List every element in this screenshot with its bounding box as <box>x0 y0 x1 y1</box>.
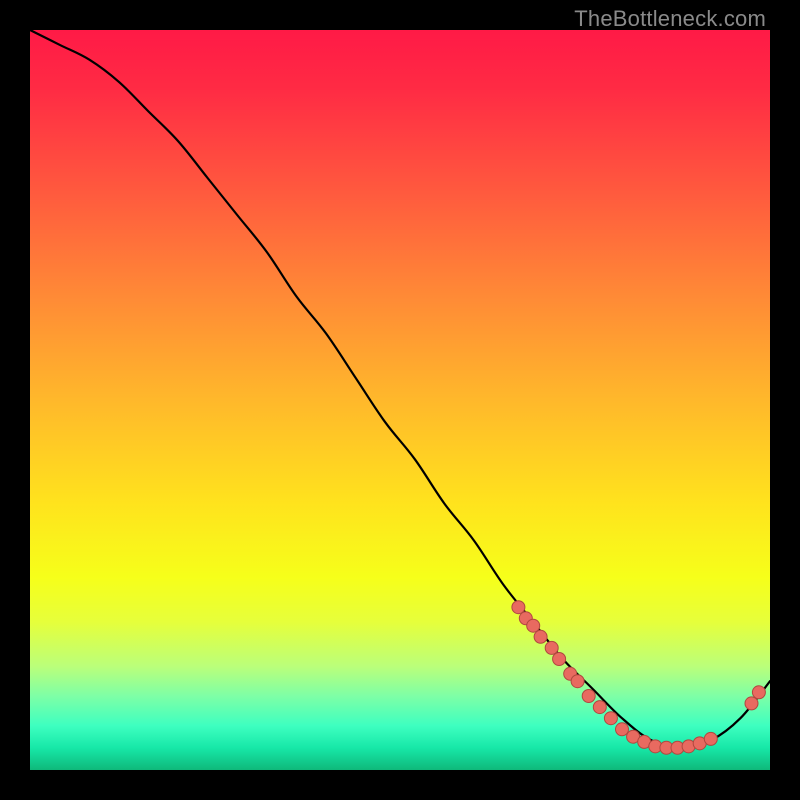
data-marker <box>745 697 758 710</box>
data-marker <box>545 641 558 654</box>
data-marker <box>512 601 525 614</box>
data-marker <box>534 630 547 643</box>
data-marker <box>553 653 566 666</box>
data-marker <box>752 686 765 699</box>
data-marker <box>604 712 617 725</box>
data-marker <box>704 732 717 745</box>
data-marker <box>582 690 595 703</box>
plot-area <box>30 30 770 770</box>
data-marker <box>593 701 606 714</box>
chart-frame: TheBottleneck.com <box>0 0 800 800</box>
chart-svg <box>30 30 770 770</box>
data-marker <box>571 675 584 688</box>
data-marker <box>527 619 540 632</box>
watermark-text: TheBottleneck.com <box>574 6 766 32</box>
bottleneck-curve <box>30 30 770 748</box>
data-marker <box>616 723 629 736</box>
